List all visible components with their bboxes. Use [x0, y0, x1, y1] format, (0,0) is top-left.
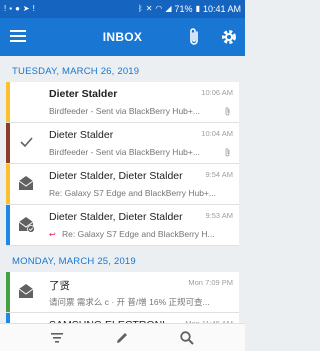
- message-time: 10:06 AM: [201, 88, 233, 97]
- status-bar: ! ▪ ● ➤ ! ᛒ ✕ ◠ ◢ 71% ▮ 10:41 AM: [0, 0, 245, 18]
- message-time: 9:54 AM: [205, 170, 233, 179]
- sender-name: 了贤: [49, 280, 70, 292]
- compose-pencil-icon[interactable]: [114, 330, 130, 346]
- signal-icon: ◢: [165, 4, 172, 13]
- message-preview: Re: Galaxy S7 Edge and BlackBerry Hub+..…: [49, 188, 217, 198]
- attachment-icon: [225, 107, 230, 116]
- status-right-icons: ᛒ ✕ ◠ ◢ 71% ▮ 10:41 AM: [138, 4, 241, 14]
- notification-icon: ▪: [9, 4, 13, 13]
- message-time: 10:04 AM: [201, 129, 233, 138]
- message-time: 9:53 AM: [205, 211, 233, 220]
- reply-arrow-icon: ↩: [49, 230, 56, 239]
- list-item[interactable]: Dieter Stalder 10:06 AM Birdfeeder - Sen…: [6, 82, 239, 123]
- date-header: TUESDAY, MARCH 26, 2019: [12, 66, 140, 77]
- message-preview: Re: Galaxy S7 Edge and BlackBerry H...: [62, 229, 215, 239]
- category-color-bar: [6, 82, 10, 122]
- list-item[interactable]: Dieter Stalder 10:04 AM Birdfeeder - Sen…: [6, 123, 239, 164]
- page-title: INBOX: [102, 30, 143, 44]
- category-color-bar: [6, 164, 10, 204]
- wifi-icon: ◠: [155, 4, 163, 13]
- attachment-icon: [225, 148, 230, 157]
- paperclip-icon[interactable]: [187, 27, 203, 47]
- message-time: Mon 7:09 PM: [188, 278, 233, 287]
- app-bar: INBOX: [0, 18, 245, 56]
- mute-icon: ✕: [145, 4, 153, 13]
- sender-name: Dieter Stalder: [49, 88, 118, 100]
- checkmark-icon: [20, 137, 33, 148]
- alert-icon: !: [4, 4, 7, 13]
- alert-icon: !: [32, 4, 35, 13]
- filter-icon[interactable]: [49, 330, 65, 346]
- search-icon[interactable]: [179, 330, 195, 346]
- category-color-bar: [6, 123, 10, 163]
- battery-percent: 71%: [174, 4, 193, 14]
- category-color-bar: [6, 205, 10, 245]
- message-preview: 请问票 需求么 c · 开 普/增 16% 正规可查...: [49, 297, 210, 307]
- person-icon: ●: [15, 4, 20, 13]
- open-envelope-check-icon: [18, 217, 35, 233]
- send-icon: ➤: [22, 4, 30, 13]
- list-item[interactable]: Dieter Stalder, Dieter Stalder 9:53 AM ↩…: [6, 205, 239, 246]
- open-envelope-icon: [18, 176, 34, 190]
- sender-name: Dieter Stalder, Dieter Stalder: [49, 170, 183, 182]
- list-item[interactable]: 了贤 Mon 7:09 PM 请问票 需求么 c · 开 普/增 16% 正规可…: [6, 272, 239, 313]
- status-left-icons: ! ▪ ● ➤ !: [4, 5, 35, 13]
- bluetooth-icon: ᛒ: [137, 4, 143, 13]
- date-header: MONDAY, MARCH 25, 2019: [12, 256, 136, 267]
- category-color-bar: [6, 272, 10, 312]
- status-clock: 10:41 AM: [202, 4, 241, 14]
- sender-name: Dieter Stalder, Dieter Stalder: [49, 211, 183, 223]
- list-item[interactable]: Dieter Stalder, Dieter Stalder 9:54 AM R…: [6, 164, 239, 205]
- message-preview: Birdfeeder - Sent via BlackBerry Hub+...: [49, 147, 200, 157]
- battery-icon: ▮: [195, 4, 200, 13]
- open-envelope-icon: [18, 284, 34, 298]
- gear-icon[interactable]: [219, 27, 239, 47]
- message-preview: Birdfeeder - Sent via BlackBerry Hub+...: [49, 106, 200, 116]
- bottom-toolbar: [0, 323, 245, 351]
- unread-indicator-icon: [17, 92, 35, 110]
- sender-name: Dieter Stalder: [49, 129, 114, 141]
